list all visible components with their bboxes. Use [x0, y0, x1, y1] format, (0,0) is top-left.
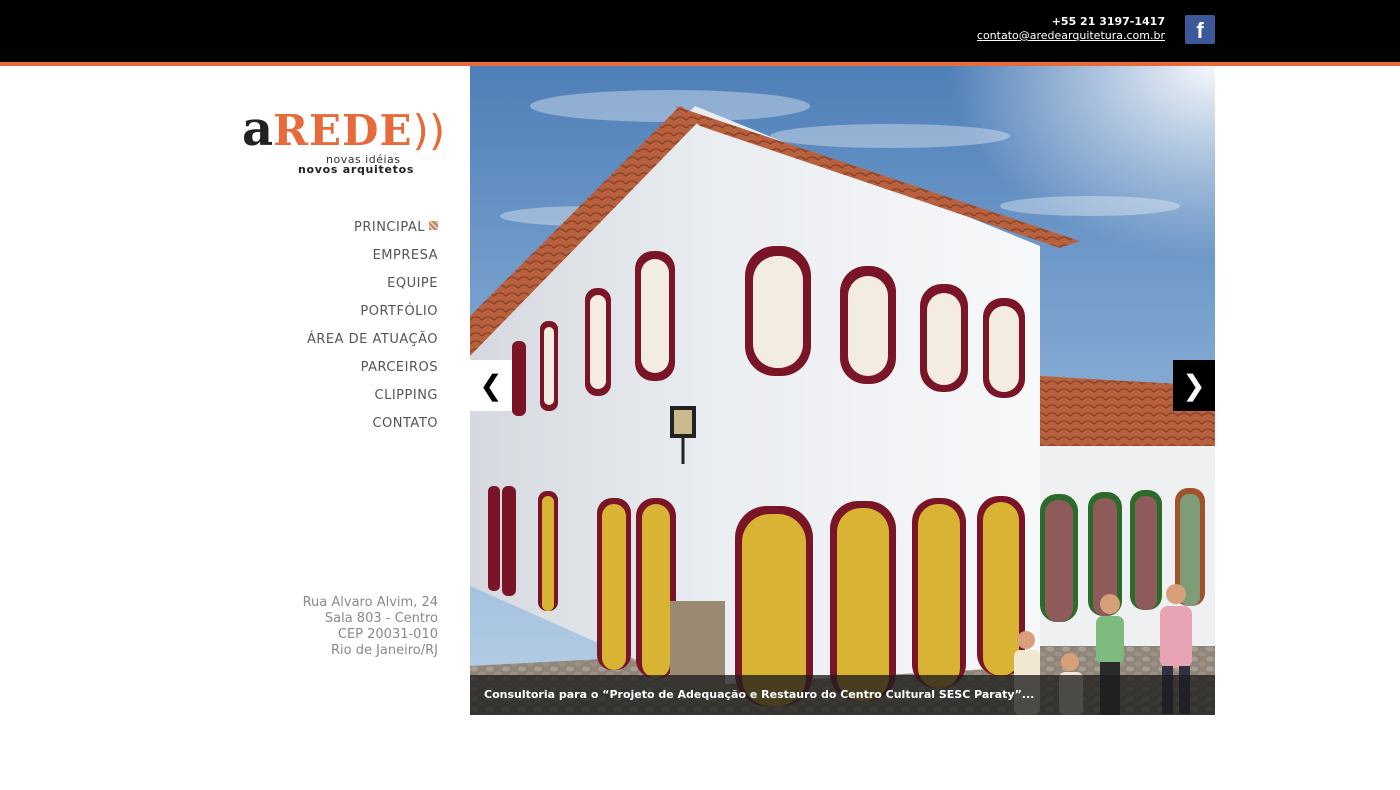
slider-prev-button[interactable]: ❮	[470, 360, 512, 411]
nav-item-equipe[interactable]: EQUIPE	[307, 275, 438, 303]
nav-item-label: PRINCIPAL	[354, 220, 425, 235]
address-line: CEP 20031-010	[337, 627, 438, 642]
nav-item-label: CLIPPING	[374, 388, 438, 403]
nav-item-area-de-atuacao[interactable]: ÁREA DE ATUAÇÃO	[307, 331, 438, 359]
nav-item-clipping[interactable]: CLIPPING	[307, 387, 438, 415]
nav-item-principal[interactable]: PRINCIPAL	[307, 219, 438, 247]
nav-item-parceiros[interactable]: PARCEIROS	[307, 359, 438, 387]
nav-item-label: ÁREA DE ATUAÇÃO	[307, 332, 438, 347]
logo-parens: ))	[412, 106, 446, 155]
nav-item-label: CONTATO	[372, 416, 438, 431]
nav-item-empresa[interactable]: EMPRESA	[307, 247, 438, 275]
active-marker-icon	[429, 221, 438, 230]
nav-item-label: EMPRESA	[372, 248, 438, 263]
nav-item-label: EQUIPE	[387, 276, 438, 291]
slide-caption[interactable]: Consultoria para o “Projeto de Adequação…	[470, 675, 1215, 715]
address-line: Sala 803 - Centro	[324, 611, 438, 626]
nav-item-label: PORTFÓLIO	[360, 304, 438, 319]
slider-next-button[interactable]: ❯	[1173, 360, 1215, 411]
hero-image	[470, 66, 1215, 715]
contact-info: +55 21 3197-1417 contato@aredearquitetur…	[977, 15, 1165, 43]
logo[interactable]: aREDE)) novas idéias novos arquitetos	[242, 101, 446, 184]
top-bar: +55 21 3197-1417 contato@aredearquitetur…	[0, 0, 1400, 66]
main-nav: PRINCIPAL EMPRESA EQUIPE PORTFÓLIO ÁREA …	[307, 219, 438, 443]
facebook-icon[interactable]: f	[1185, 15, 1215, 44]
nav-item-portfolio[interactable]: PORTFÓLIO	[307, 303, 438, 331]
email-link[interactable]: contato@aredearquitetura.com.br	[977, 29, 1165, 42]
address-line: Rua Alvaro Alvim, 24	[302, 595, 438, 610]
nav-item-label: PARCEIROS	[360, 360, 438, 375]
hero-slider: ❮ ❯ Consultoria para o “Projeto de Adequ…	[470, 66, 1215, 715]
logo-letter: a	[242, 101, 274, 157]
logo-word: REDE	[273, 106, 413, 155]
address: Rua Alvaro Alvim, 24 Sala 803 - Centro C…	[303, 595, 438, 659]
address-line: Rio de Janeiro/RJ	[330, 643, 438, 658]
phone-number: +55 21 3197-1417	[1051, 15, 1165, 28]
logo-tagline-2: novos arquitetos	[298, 163, 415, 176]
nav-item-contato[interactable]: CONTATO	[307, 415, 438, 443]
